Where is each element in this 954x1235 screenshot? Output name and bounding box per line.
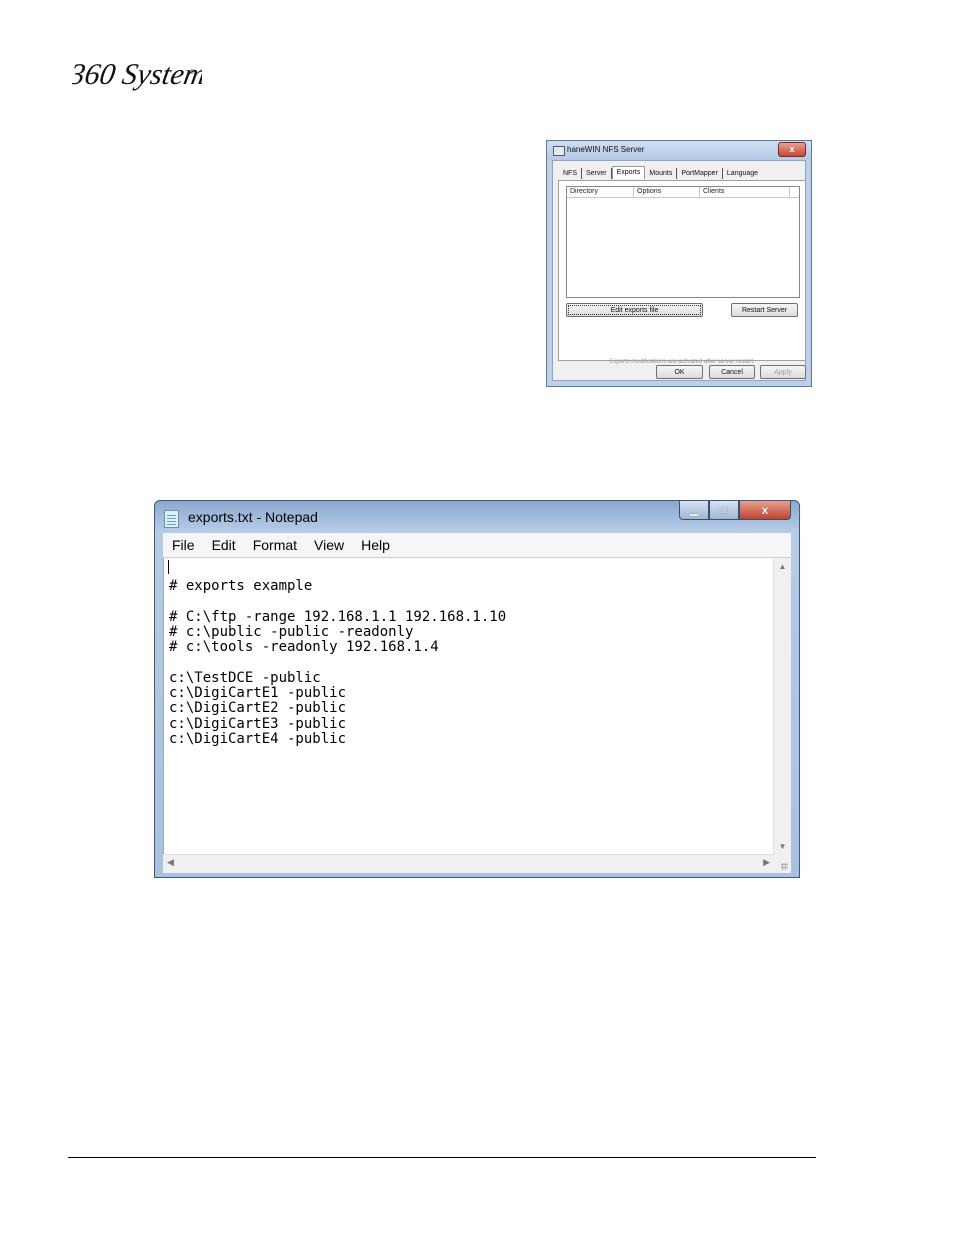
menu-file[interactable]: File bbox=[163, 537, 203, 553]
nfs-tab-strip: NFS Server Exports Mounts PortMapper Lan… bbox=[559, 166, 762, 179]
tab-language[interactable]: Language bbox=[723, 168, 762, 179]
footer-divider bbox=[68, 1157, 816, 1158]
exports-list-header: Directory Options Clients bbox=[567, 187, 799, 198]
notepad-window: exports.txt - Notepad ▁ □ x File Edit Fo… bbox=[154, 500, 800, 878]
nfs-dialog-title: haneWIN NFS Server bbox=[567, 145, 645, 154]
scroll-left-icon[interactable]: ◀ bbox=[167, 857, 174, 868]
text-line: c:\TestDCE -public bbox=[169, 669, 321, 686]
text-line: # c:\public -public -readonly bbox=[169, 624, 414, 640]
scroll-up-icon[interactable]: ▲ bbox=[774, 562, 791, 571]
scroll-down-icon[interactable]: ▼ bbox=[774, 842, 791, 851]
text-line: c:\DigiCartE2 -public bbox=[169, 700, 347, 717]
maximize-icon: □ bbox=[720, 504, 728, 516]
notepad-title: exports.txt - Notepad bbox=[188, 509, 318, 525]
nfs-title-bar[interactable]: haneWIN NFS Server x bbox=[547, 141, 811, 160]
resize-grip[interactable] bbox=[774, 855, 791, 873]
text-line: # c:\tools -readonly 192.168.1.4 bbox=[169, 639, 439, 656]
text-line: # exports example bbox=[169, 578, 313, 595]
minimize-icon: ▁ bbox=[689, 504, 699, 516]
restart-server-button[interactable]: Restart Server bbox=[731, 303, 798, 317]
notepad-icon bbox=[164, 510, 179, 528]
exports-tab-panel: Directory Options Clients Edit exports f… bbox=[558, 180, 806, 365]
text-line: c:\DigiCartE4 -public bbox=[169, 730, 347, 747]
text-line: c:\DigiCartE1 -public bbox=[169, 685, 347, 701]
menu-view[interactable]: View bbox=[305, 537, 352, 553]
maximize-button[interactable]: □ bbox=[709, 501, 739, 520]
text-line: c:\DigiCartE3 -public bbox=[169, 715, 347, 732]
tab-mounts[interactable]: Mounts bbox=[645, 168, 678, 179]
column-clients[interactable]: Clients bbox=[700, 187, 790, 197]
menu-bar: File Edit Format View Help bbox=[163, 533, 791, 558]
scroll-right-icon[interactable]: ▶ bbox=[763, 857, 770, 868]
close-button[interactable]: x bbox=[739, 501, 791, 520]
editor-content[interactable]: # exports example # C:\ftp -range 192.16… bbox=[169, 564, 506, 747]
cancel-button[interactable]: Cancel bbox=[709, 365, 755, 379]
menu-format[interactable]: Format bbox=[244, 537, 305, 553]
menu-help[interactable]: Help bbox=[352, 537, 398, 553]
exports-list[interactable]: Directory Options Clients bbox=[566, 186, 800, 298]
tab-nfs[interactable]: NFS bbox=[559, 168, 582, 179]
nfs-server-dialog: haneWIN NFS Server x NFS Server Exports … bbox=[546, 140, 812, 387]
brand-logo: 360 Systems ® bbox=[72, 57, 202, 91]
caption-buttons: ▁ □ x bbox=[679, 501, 791, 521]
app-icon bbox=[553, 146, 565, 156]
text-line: # C:\ftp -range 192.168.1.1 192.168.1.10 bbox=[169, 608, 507, 625]
tab-exports[interactable]: Exports bbox=[611, 166, 646, 179]
brand-logo-text: 360 Systems bbox=[72, 57, 202, 91]
registered-mark: ® bbox=[190, 69, 195, 76]
close-icon: x bbox=[761, 503, 769, 517]
tab-server[interactable]: Server bbox=[582, 168, 612, 179]
text-editor[interactable]: # exports example # C:\ftp -range 192.16… bbox=[163, 558, 791, 855]
tab-portmapper[interactable]: PortMapper bbox=[677, 168, 723, 179]
vertical-scrollbar[interactable]: ▲ ▼ bbox=[773, 558, 791, 855]
menu-edit[interactable]: Edit bbox=[203, 537, 244, 553]
column-options[interactable]: Options bbox=[634, 187, 700, 197]
column-directory[interactable]: Directory bbox=[567, 187, 634, 197]
edit-exports-file-button[interactable]: Edit exports file bbox=[566, 303, 703, 317]
horizontal-scrollbar[interactable]: ◀ ▶ bbox=[163, 854, 774, 873]
ok-button[interactable]: OK bbox=[656, 365, 703, 379]
minimize-button[interactable]: ▁ bbox=[679, 501, 709, 520]
nfs-dialog-body: NFS Server Exports Mounts PortMapper Lan… bbox=[552, 160, 806, 381]
close-button[interactable]: x bbox=[778, 142, 806, 157]
apply-button[interactable]: Apply bbox=[760, 365, 806, 379]
